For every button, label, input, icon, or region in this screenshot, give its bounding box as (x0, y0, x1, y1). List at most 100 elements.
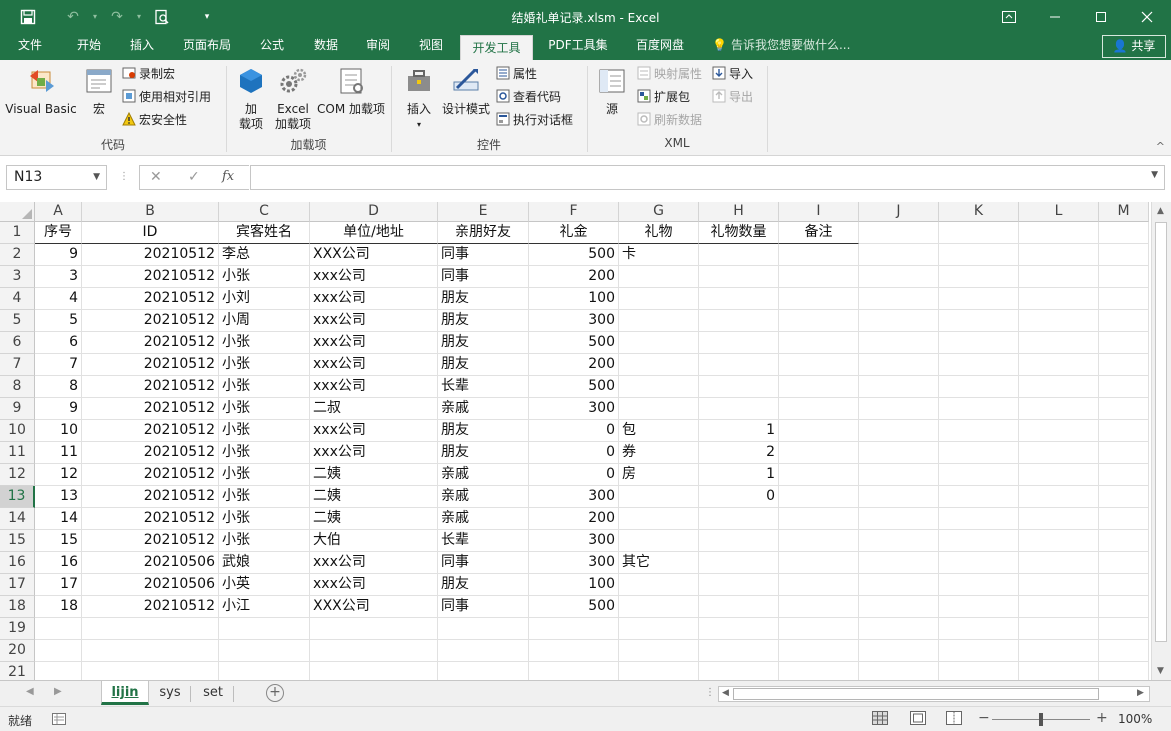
xml-export-button[interactable]: 导出 (712, 87, 753, 107)
column-header-g[interactable]: G (619, 202, 699, 222)
table-cell[interactable]: 小周 (219, 310, 310, 332)
table-cell[interactable] (859, 442, 939, 464)
table-cell[interactable] (939, 332, 1019, 354)
table-cell[interactable]: 小张 (219, 442, 310, 464)
table-cell[interactable]: xxx公司 (310, 420, 438, 442)
table-cell[interactable] (939, 640, 1019, 662)
table-cell[interactable] (619, 486, 699, 508)
table-cell[interactable] (219, 640, 310, 662)
use-relative-references-button[interactable]: 使用相对引用 (122, 87, 211, 107)
table-cell[interactable] (1019, 420, 1099, 442)
table-cell[interactable] (859, 398, 939, 420)
table-cell[interactable]: 房 (619, 464, 699, 486)
table-cell[interactable] (1019, 640, 1099, 662)
sheet-tab-set[interactable]: set (196, 681, 230, 705)
table-cell[interactable] (779, 464, 859, 486)
table-cell[interactable]: xxx公司 (310, 442, 438, 464)
table-cell[interactable]: 小张 (219, 486, 310, 508)
row-header-17[interactable]: 17 (0, 574, 35, 596)
table-cell[interactable]: 朋友 (438, 288, 529, 310)
table-cell[interactable]: 长辈 (438, 376, 529, 398)
table-cell[interactable] (779, 398, 859, 420)
table-cell[interactable]: 3 (35, 266, 82, 288)
table-cell[interactable]: 500 (529, 596, 619, 618)
row-header-15[interactable]: 15 (0, 530, 35, 552)
table-cell[interactable] (699, 332, 779, 354)
table-cell[interactable] (1099, 398, 1149, 420)
table-cell[interactable]: 17 (35, 574, 82, 596)
row-header-16[interactable]: 16 (0, 552, 35, 574)
table-cell[interactable] (699, 618, 779, 640)
table-cell[interactable] (1099, 442, 1149, 464)
table-cell[interactable]: 9 (35, 244, 82, 266)
next-sheet-icon[interactable]: ▶ (54, 686, 62, 697)
table-cell[interactable] (1099, 508, 1149, 530)
table-cell[interactable]: 20210512 (82, 376, 219, 398)
table-cell[interactable] (939, 552, 1019, 574)
tab-view[interactable]: 视图 (407, 33, 455, 60)
table-cell[interactable]: 二叔 (310, 398, 438, 420)
tab-developer[interactable]: 开发工具 (460, 35, 533, 60)
table-cell[interactable] (1019, 508, 1099, 530)
properties-button[interactable]: 属性 (496, 64, 537, 84)
row-header-7[interactable]: 7 (0, 354, 35, 376)
column-header-j[interactable]: J (859, 202, 939, 222)
column-header-h[interactable]: H (699, 202, 779, 222)
table-cell[interactable]: XXX公司 (310, 244, 438, 266)
table-cell[interactable] (619, 266, 699, 288)
table-cell[interactable] (939, 376, 1019, 398)
table-cell[interactable] (859, 244, 939, 266)
table-cell[interactable]: 20210512 (82, 398, 219, 420)
table-cell[interactable]: 小张 (219, 376, 310, 398)
table-cell[interactable]: 300 (529, 398, 619, 420)
table-cell[interactable] (859, 354, 939, 376)
table-cell[interactable] (939, 398, 1019, 420)
formula-input[interactable]: ▼ (250, 165, 1165, 190)
table-cell[interactable]: xxx公司 (310, 376, 438, 398)
excel-addins-button[interactable]: Excel 加载项 (272, 66, 314, 132)
column-header-l[interactable]: L (1019, 202, 1099, 222)
table-cell[interactable] (779, 552, 859, 574)
table-cell[interactable] (310, 640, 438, 662)
table-header-cell[interactable]: 单位/地址 (310, 222, 438, 244)
table-cell[interactable] (1099, 222, 1149, 244)
table-cell[interactable] (859, 618, 939, 640)
zoom-slider-thumb[interactable] (1039, 713, 1043, 726)
table-cell[interactable] (779, 244, 859, 266)
table-cell[interactable] (619, 596, 699, 618)
record-macro-button[interactable]: 录制宏 (122, 64, 175, 84)
table-cell[interactable]: 朋友 (438, 420, 529, 442)
row-header-13[interactable]: 13 (0, 486, 35, 508)
row-header-12[interactable]: 12 (0, 464, 35, 486)
table-cell[interactable]: 500 (529, 332, 619, 354)
table-cell[interactable]: 李总 (219, 244, 310, 266)
table-cell[interactable]: 朋友 (438, 332, 529, 354)
table-cell[interactable] (779, 486, 859, 508)
table-cell[interactable] (939, 574, 1019, 596)
table-cell[interactable]: 0 (529, 420, 619, 442)
macros-button[interactable]: 宏 (80, 66, 118, 117)
table-cell[interactable]: 0 (699, 486, 779, 508)
row-header-14[interactable]: 14 (0, 508, 35, 530)
table-cell[interactable]: 1 (699, 420, 779, 442)
table-cell[interactable] (619, 332, 699, 354)
table-cell[interactable] (82, 640, 219, 662)
table-cell[interactable]: 朋友 (438, 354, 529, 376)
table-cell[interactable]: 武娘 (219, 552, 310, 574)
visual-basic-button[interactable]: Visual Basic (4, 66, 78, 117)
table-cell[interactable]: 20210512 (82, 442, 219, 464)
table-header-cell[interactable]: ID (82, 222, 219, 244)
table-cell[interactable] (939, 354, 1019, 376)
page-break-preview-icon[interactable] (946, 711, 962, 725)
table-cell[interactable] (779, 442, 859, 464)
table-cell[interactable] (699, 552, 779, 574)
table-cell[interactable] (1099, 420, 1149, 442)
table-cell[interactable] (1099, 552, 1149, 574)
table-cell[interactable] (859, 266, 939, 288)
table-cell[interactable] (1019, 464, 1099, 486)
table-cell[interactable] (1019, 332, 1099, 354)
table-cell[interactable] (82, 618, 219, 640)
xml-source-button[interactable]: 源 (594, 66, 630, 117)
tab-data[interactable]: 数据 (302, 33, 350, 60)
zoom-level[interactable]: 100% (1118, 712, 1152, 726)
